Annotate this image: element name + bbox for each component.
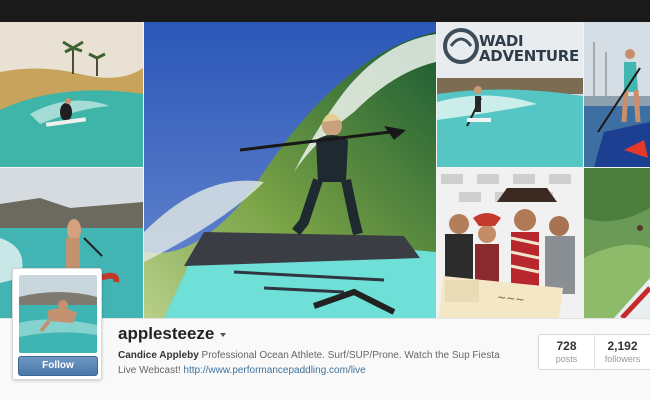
avatar[interactable] bbox=[19, 275, 97, 353]
avatar-card: Follow bbox=[12, 268, 102, 380]
posts-label: posts bbox=[555, 354, 578, 364]
followers-stat[interactable]: 2,192 followers bbox=[594, 335, 650, 369]
photo-1-image bbox=[0, 22, 143, 167]
follow-button[interactable]: Follow bbox=[18, 356, 98, 376]
photo-3-image bbox=[144, 22, 436, 318]
avatar-image bbox=[19, 275, 97, 353]
stats-box: 728 posts 2,192 followers bbox=[538, 334, 650, 370]
photo-7-image bbox=[584, 168, 650, 318]
cheque-writing: ~~~ bbox=[496, 290, 526, 307]
bio: Candice Appleby Professional Ocean Athle… bbox=[118, 348, 520, 378]
followers-label: followers bbox=[604, 354, 641, 364]
profile-photo-1[interactable] bbox=[0, 22, 143, 167]
username[interactable]: applesteeze bbox=[118, 324, 214, 344]
profile-photo-3[interactable] bbox=[144, 22, 436, 318]
followers-count: 2,192 bbox=[607, 339, 638, 353]
photo-6-image bbox=[584, 22, 650, 167]
profile-photo-5[interactable]: ~~~ bbox=[437, 168, 583, 318]
chevron-down-icon[interactable] bbox=[220, 333, 227, 337]
posts-stat[interactable]: 728 posts bbox=[539, 335, 594, 369]
posts-count: 728 bbox=[556, 339, 577, 353]
full-name: Candice Appleby bbox=[118, 350, 199, 361]
profile-photo-6[interactable] bbox=[584, 22, 650, 167]
website-link[interactable]: http://www.performancepaddling.com/live bbox=[183, 365, 365, 376]
username-row: applesteeze bbox=[118, 324, 227, 344]
profile-photo-4[interactable]: WADI ADVENTURE bbox=[437, 22, 583, 167]
wadi-adventure-sign: WADI ADVENTURE bbox=[479, 32, 579, 65]
top-bar bbox=[0, 0, 650, 22]
profile-photo-7[interactable] bbox=[584, 168, 650, 318]
